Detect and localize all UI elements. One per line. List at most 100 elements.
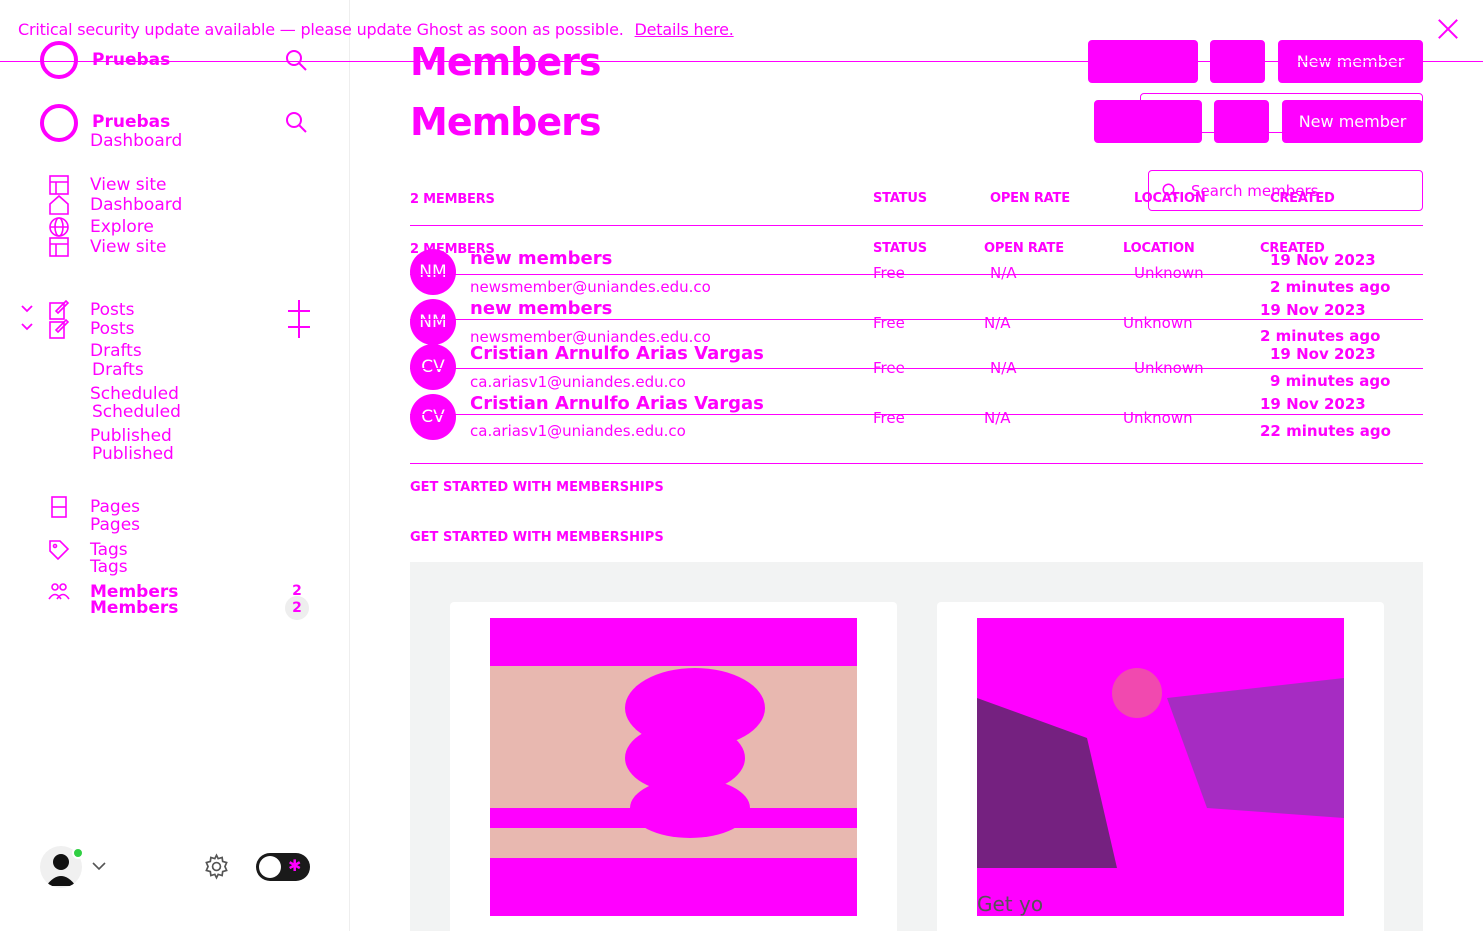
site-logo-icon [40, 104, 78, 142]
member-name[interactable]: new members [470, 248, 612, 269]
nav-drafts[interactable]: Drafts [90, 341, 142, 361]
member-avatar: NM [410, 299, 456, 345]
more-button[interactable] [1214, 100, 1269, 143]
location-header[interactable]: LOCATION [1134, 191, 1206, 206]
layout-icon [48, 236, 70, 258]
tag-icon [48, 539, 70, 561]
nav-label: Posts [90, 319, 135, 339]
divider [410, 368, 1423, 369]
member-email: newsmember@uniandes.edu.co [470, 278, 711, 296]
page-icon [48, 496, 70, 518]
card-image: Get yo [977, 618, 1344, 916]
member-created-date: 19 Nov 2023 [1270, 345, 1376, 363]
card-image [490, 618, 857, 916]
new-member-button[interactable]: New member [1282, 100, 1423, 143]
pencil-icon [48, 318, 70, 340]
member-location: Unknown [1134, 264, 1204, 282]
open-rate-header[interactable]: OPEN RATE [990, 191, 1070, 206]
status-header[interactable]: STATUS [873, 191, 927, 206]
member-status: Free [873, 314, 905, 332]
member-name[interactable]: Cristian Arnulfo Arias Vargas [470, 343, 764, 364]
divider [410, 225, 1423, 226]
member-name[interactable]: new members [470, 298, 612, 319]
member-created-ago: 22 minutes ago [1260, 422, 1391, 440]
nav-posts[interactable]: Posts [48, 318, 134, 340]
created-header[interactable]: CREATED [1270, 191, 1335, 206]
dark-mode-toggle[interactable]: ✱ [256, 853, 310, 881]
nav-view-site[interactable]: View site [48, 236, 166, 258]
home-icon [48, 194, 70, 216]
security-banner: Critical security update available — ple… [0, 0, 1483, 62]
nav-drafts[interactable]: Drafts [92, 360, 144, 380]
nav-dashboard[interactable]: Dashboard [90, 131, 182, 151]
divider [410, 463, 1423, 464]
nav-published[interactable]: Published [92, 444, 174, 464]
brand-name: Pruebas [92, 112, 171, 132]
member-avatar: CV [410, 344, 456, 390]
member-avatar: CV [410, 394, 456, 440]
banner-message: Critical security update available — ple… [18, 20, 624, 39]
member-location: Unknown [1123, 409, 1193, 427]
gear-icon[interactable] [203, 853, 230, 880]
nav-scheduled[interactable]: Scheduled [92, 402, 181, 422]
filter-button[interactable] [1094, 100, 1202, 143]
member-open-rate: N/A [984, 409, 1011, 427]
divider [410, 414, 1423, 415]
globe-icon [48, 216, 70, 238]
get-started-heading: GET STARTED WITH MEMBERSHIPS [410, 530, 664, 545]
member-created-ago: 2 minutes ago [1260, 327, 1381, 345]
sparkle-icon: ✱ [288, 856, 302, 875]
nav-pages[interactable]: Pages [90, 515, 140, 535]
member-created-ago: 2 minutes ago [1270, 278, 1391, 296]
nav-label: Pages [90, 497, 141, 517]
member-location: Unknown [1123, 314, 1193, 332]
member-avatar: NM [410, 249, 456, 295]
open-rate-header[interactable]: OPEN RATE [984, 241, 1064, 256]
sidebar: Pruebas Pruebas Dashboard View site Dash… [0, 0, 350, 931]
search-icon[interactable] [284, 110, 308, 134]
members-count-header: 2 MEMBERS [410, 192, 495, 207]
member-open-rate: N/A [990, 264, 1017, 282]
nav-view-site[interactable]: View site [48, 174, 166, 196]
close-icon[interactable] [1435, 16, 1461, 42]
nav-explore[interactable]: Explore [48, 216, 154, 238]
membership-card[interactable]: Get yo [937, 602, 1384, 931]
status-header[interactable]: STATUS [873, 241, 927, 256]
member-email: ca.ariasv1@uniandes.edu.co [470, 373, 686, 391]
members-count-badge: 2 [285, 596, 309, 620]
nav-scheduled[interactable]: Scheduled [90, 384, 179, 404]
member-created-date: 19 Nov 2023 [1270, 251, 1376, 269]
member-open-rate: N/A [984, 314, 1011, 332]
card-caption: Get yo [977, 892, 1044, 916]
location-header[interactable]: LOCATION [1123, 241, 1195, 256]
nav-label: Explore [90, 217, 154, 237]
chevron-down-icon[interactable] [20, 322, 34, 332]
page-title: Members [410, 100, 602, 144]
nav-members[interactable]: Members [90, 598, 178, 618]
banner-details-link[interactable]: Details here. [635, 20, 734, 39]
nav-dashboard[interactable]: Dashboard [48, 194, 182, 216]
member-name[interactable]: Cristian Arnulfo Arias Vargas [470, 393, 764, 414]
nav-label: Posts [90, 300, 135, 320]
nav-published[interactable]: Published [90, 426, 172, 446]
nav-label: View site [90, 175, 167, 195]
nav-tags[interactable]: Tags [90, 557, 128, 577]
membership-card[interactable] [450, 602, 897, 931]
toggle-knob [259, 856, 281, 878]
divider [410, 319, 1423, 320]
member-created-date: 19 Nov 2023 [1260, 395, 1366, 413]
online-status-dot [72, 847, 84, 859]
members-icon [48, 581, 70, 603]
new-post-plus-icon[interactable] [288, 316, 310, 338]
brand[interactable]: Pruebas [40, 104, 170, 142]
member-email: ca.ariasv1@uniandes.edu.co [470, 422, 686, 440]
nav-label: View site [90, 237, 167, 257]
memberships-cards: Get yo [410, 562, 1423, 931]
chevron-down-icon[interactable] [92, 862, 106, 871]
member-status: Free [873, 409, 905, 427]
main-content: Members Members New member New member 2 … [350, 0, 1483, 931]
divider [410, 274, 1423, 275]
member-created-date: 19 Nov 2023 [1260, 301, 1366, 319]
chevron-down-icon[interactable] [20, 304, 34, 314]
get-started-heading: GET STARTED WITH MEMBERSHIPS [410, 480, 664, 495]
